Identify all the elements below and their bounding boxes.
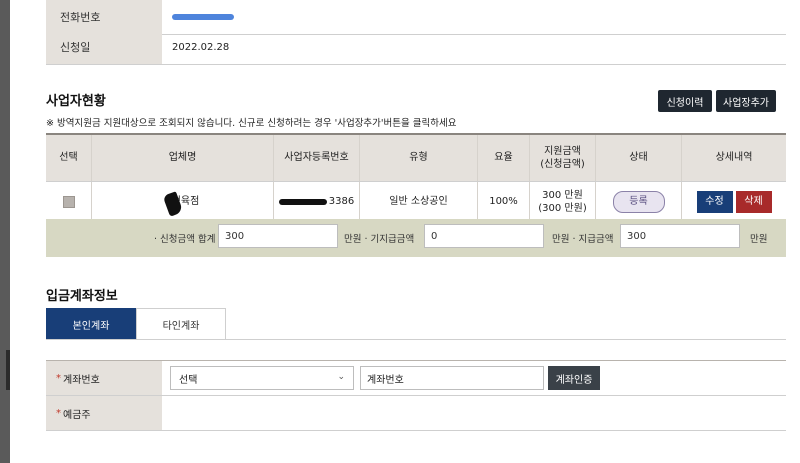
- account-table: * 계좌번호 선택 ⌄ 계좌번호 계좌인증 * 예금주: [46, 360, 786, 431]
- status-badge[interactable]: 등록: [612, 191, 665, 213]
- phone-value: 010-5720-9223: [172, 0, 234, 34]
- required-mark: *: [56, 372, 61, 384]
- phone-redaction: [172, 14, 234, 20]
- row-checkbox[interactable]: [62, 196, 75, 208]
- col-status: 상태: [596, 135, 682, 181]
- business-notice: ※ 방역지원금 지원대상으로 조회되지 않습니다. 신규로 신청하려는 경우 '…: [46, 118, 457, 129]
- business-table: 선택 업체명 사업자등록번호 유형 요율 지원금액 (신청금액) 상태 상세내역…: [46, 133, 786, 223]
- tab-own-account[interactable]: 본인계좌: [46, 308, 136, 340]
- account-holder-label: * 예금주: [46, 396, 162, 430]
- verify-account-button[interactable]: 계좌인증: [548, 366, 600, 390]
- business-type: 일반 소상공인: [360, 182, 478, 222]
- business-table-header: 선택 업체명 사업자등록번호 유형 요율 지원금액 (신청금액) 상태 상세내역: [46, 135, 786, 182]
- edit-button[interactable]: 수정: [696, 191, 733, 213]
- col-detail: 상세내역: [715, 152, 753, 164]
- business-section-title: 사업자현황: [46, 94, 106, 109]
- business-amount: 300 만원 (300 만원): [530, 182, 596, 222]
- apply-date-label: 신청일: [46, 30, 162, 64]
- tab-other-account[interactable]: 타인계좌: [136, 308, 226, 340]
- business-name: 정육점: [92, 182, 274, 222]
- chevron-down-icon: ⌄: [337, 372, 345, 382]
- info-row-apply-date: 신청일 2022.02.28: [46, 30, 786, 65]
- history-button[interactable]: 신청이력: [658, 90, 712, 112]
- account-section-title: 입금계좌정보: [46, 289, 118, 304]
- total-amount-field[interactable]: 300: [218, 224, 338, 248]
- delete-button[interactable]: 삭제: [735, 191, 772, 213]
- col-amount: 지원금액 (신청금액): [530, 135, 596, 181]
- reg-no-redaction: [278, 199, 327, 205]
- tab-divider: [46, 339, 786, 340]
- table-row: 정육점 3386 일반 소상공인 100% 300 만원 (300 만원) 등록…: [46, 182, 786, 223]
- apply-date-value: 2022.02.28: [172, 41, 230, 53]
- business-reg-no: 3386: [274, 182, 360, 222]
- summary-bar: · 신청금액 합계 300 만원 · 기지급금액 0 만원 · 지급금액 300…: [46, 219, 786, 257]
- account-number-label: * 계좌번호: [46, 361, 162, 395]
- col-name: 업체명: [92, 135, 274, 181]
- col-reg-no: 사업자등록번호: [274, 135, 360, 181]
- page: 전화번호 010-5720-9223 신청일 2022.02.28 사업자현황 …: [10, 0, 795, 463]
- account-number-row: * 계좌번호 선택 ⌄ 계좌번호 계좌인증: [46, 361, 786, 396]
- col-select: 선택: [46, 135, 92, 181]
- bank-select[interactable]: 선택 ⌄: [170, 366, 354, 390]
- col-type: 유형: [360, 135, 478, 181]
- required-mark: *: [56, 407, 61, 419]
- unit-label: 만원: [750, 234, 768, 245]
- add-business-button[interactable]: 사업장추가: [716, 90, 776, 112]
- phone-label: 전화번호: [46, 0, 162, 34]
- total-label: · 신청금액 합계: [154, 234, 216, 245]
- pay-amount-field[interactable]: 300: [620, 224, 740, 248]
- col-rate: 요율: [478, 135, 530, 181]
- left-scroll-strip: [0, 0, 10, 463]
- account-number-input[interactable]: 계좌번호: [360, 366, 544, 390]
- paid-label: 만원 · 기지급금액: [344, 234, 415, 245]
- business-rate: 100%: [478, 182, 530, 222]
- pay-label: 만원 · 지급금액: [552, 234, 614, 245]
- account-holder-row: * 예금주: [46, 396, 786, 431]
- paid-amount-field[interactable]: 0: [424, 224, 544, 248]
